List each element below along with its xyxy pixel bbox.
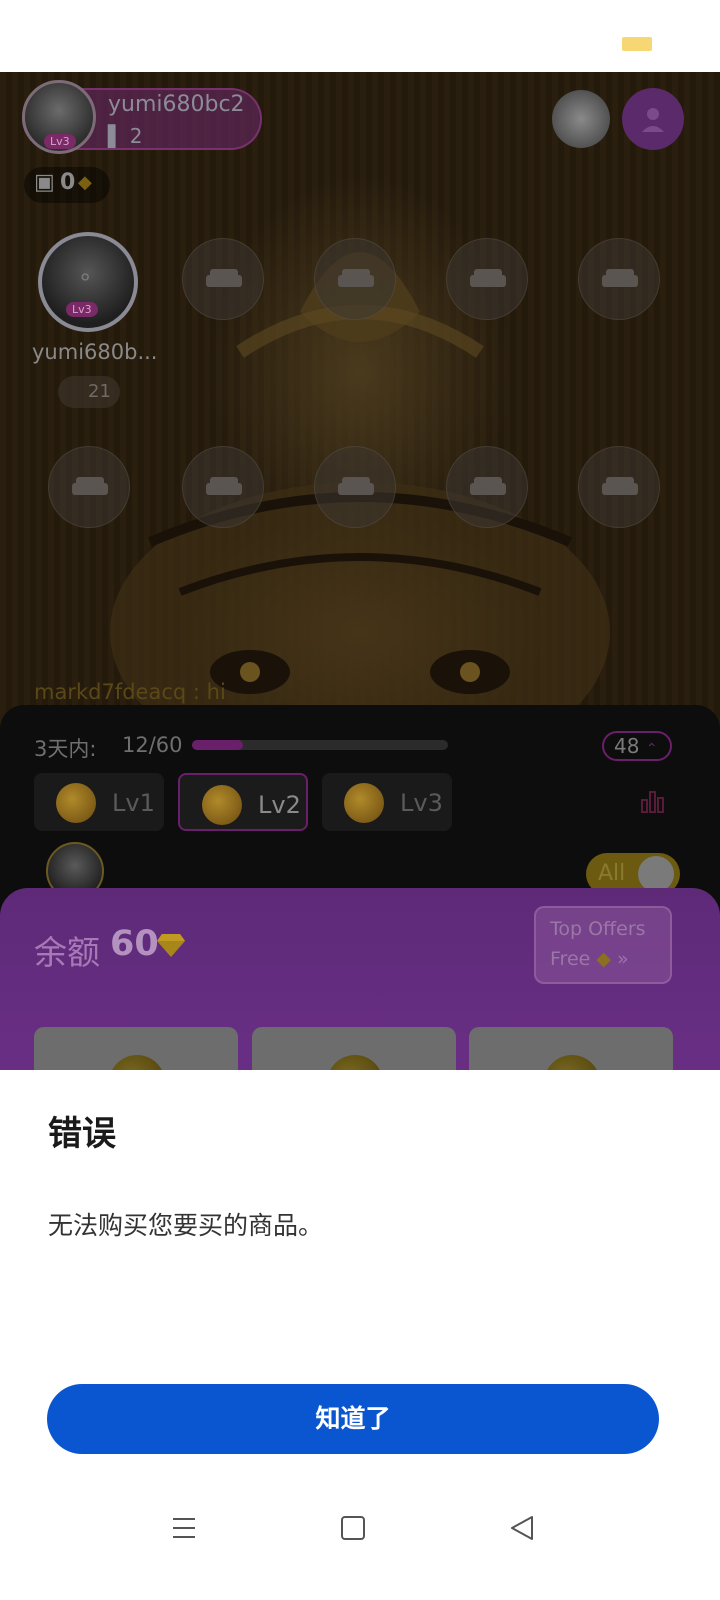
ok-button[interactable]: 知道了 xyxy=(47,1384,659,1454)
modal-scrim[interactable] xyxy=(0,72,720,1090)
dialog-title: 错误 xyxy=(48,1114,116,1154)
home-icon[interactable] xyxy=(333,1508,373,1548)
back-icon[interactable] xyxy=(502,1508,542,1548)
menu-icon[interactable] xyxy=(164,1508,204,1548)
dialog-message: 无法购买您要买的商品。 xyxy=(48,1211,324,1240)
status-bar xyxy=(0,0,720,72)
battery-icon xyxy=(622,37,652,51)
